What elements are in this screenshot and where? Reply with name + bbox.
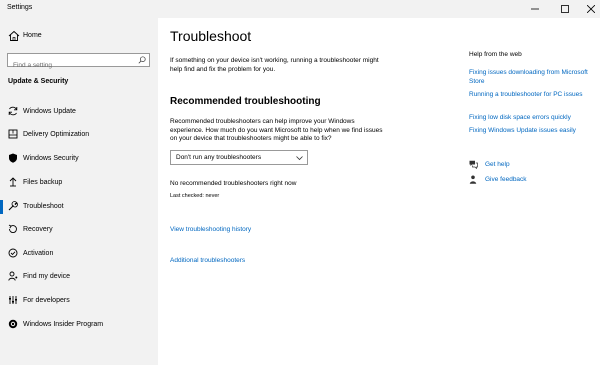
give-feedback-link[interactable]: Give feedback: [485, 176, 527, 183]
feedback-person-icon: [469, 175, 477, 184]
home-nav-item[interactable]: Home: [0, 26, 158, 46]
search-icon[interactable]: [138, 56, 146, 64]
title-bar: Settings: [0, 0, 600, 18]
sidebar-item-for-developers[interactable]: For developers: [0, 290, 158, 312]
sidebar-item-files-backup[interactable]: Files backup: [0, 172, 158, 194]
additional-troubleshooters-link[interactable]: Additional troubleshooters: [170, 257, 245, 264]
page-title: Troubleshoot: [170, 28, 252, 44]
insider-icon: [8, 319, 18, 329]
recommended-heading: Recommended troubleshooting: [170, 96, 321, 107]
selection-indicator: [0, 200, 3, 214]
minimize-button[interactable]: [522, 0, 548, 18]
help-link-windows-update[interactable]: Fixing Windows Update issues easily: [469, 127, 589, 136]
sidebar-item-windows-security[interactable]: Windows Security: [0, 148, 158, 170]
maximize-icon: [561, 5, 569, 13]
recommended-description: Recommended troubleshooters can help imp…: [170, 118, 383, 142]
search-box: [7, 53, 150, 72]
chat-help-icon: [469, 160, 478, 169]
home-icon: [8, 30, 20, 41]
close-button[interactable]: [578, 0, 600, 18]
delivery-optimization-icon: [8, 129, 18, 139]
sidebar-item-recovery[interactable]: Recovery: [0, 219, 158, 241]
help-link-store[interactable]: Fixing issues downloading from Microsoft…: [469, 69, 589, 86]
sidebar-item-label: Recovery: [23, 226, 53, 233]
sidebar-item-label: Find my device: [23, 273, 71, 280]
close-icon: [587, 5, 595, 13]
sidebar-item-find-my-device[interactable]: Find my device: [0, 266, 158, 288]
window-title: Settings: [7, 4, 33, 11]
troubleshooter-preference-dropdown[interactable]: Don't run any troubleshooters: [170, 150, 308, 165]
sidebar-item-windows-update[interactable]: Windows Update: [0, 101, 158, 123]
chevron-down-icon: [296, 156, 303, 161]
search-input[interactable]: [8, 59, 133, 72]
page-description: If something on your device isn't workin…: [170, 57, 379, 73]
person-location-icon: [8, 271, 18, 281]
shield-icon: [9, 153, 17, 163]
sidebar-item-label: Windows Update: [23, 108, 76, 115]
troubleshooting-history-link[interactable]: View troubleshooting history: [170, 226, 251, 233]
sidebar-item-label: Windows Security: [23, 155, 79, 162]
help-heading: Help from the web: [469, 51, 522, 58]
minimize-icon: [531, 8, 539, 10]
sidebar-item-troubleshoot[interactable]: Troubleshoot: [0, 196, 158, 218]
sidebar-item-label: Delivery Optimization: [23, 131, 90, 138]
section-title: Update & Security: [8, 78, 69, 85]
sync-icon: [8, 106, 18, 116]
sidebar-item-label: Files backup: [23, 179, 63, 186]
home-label: Home: [23, 32, 42, 39]
sidebar-item-label: For developers: [23, 297, 70, 304]
help-link-troubleshooter[interactable]: Running a troubleshooter for PC issues: [469, 91, 589, 100]
backup-arrow-icon: [9, 177, 17, 187]
sidebar-item-activation[interactable]: Activation: [0, 243, 158, 265]
help-link-disk-space[interactable]: Fixing low disk space errors quickly: [469, 114, 589, 123]
wrench-icon: [8, 201, 18, 211]
status-text: No recommended troubleshooters right now: [170, 180, 297, 187]
maximize-button[interactable]: [552, 0, 578, 18]
sidebar-item-label: Activation: [23, 250, 54, 257]
developer-icon: [9, 296, 17, 304]
sidebar-item-label: Windows Insider Program: [23, 321, 104, 328]
dropdown-value: Don't run any troubleshooters: [176, 154, 262, 161]
recovery-icon: [8, 224, 17, 233]
sidebar-item-label: Troubleshoot: [23, 203, 64, 210]
give-feedback-action[interactable]: Give feedback: [469, 174, 589, 186]
sidebar-item-windows-insider-program[interactable]: Windows Insider Program: [0, 314, 158, 336]
check-circle-icon: [8, 248, 18, 258]
sidebar-item-delivery-optimization[interactable]: Delivery Optimization: [0, 124, 158, 146]
last-checked-text: Last checked: never: [170, 193, 220, 199]
get-help-link[interactable]: Get help: [485, 161, 510, 168]
get-help-action[interactable]: Get help: [469, 159, 589, 171]
sidebar: Home Update & Security Windows Update De…: [0, 18, 158, 365]
